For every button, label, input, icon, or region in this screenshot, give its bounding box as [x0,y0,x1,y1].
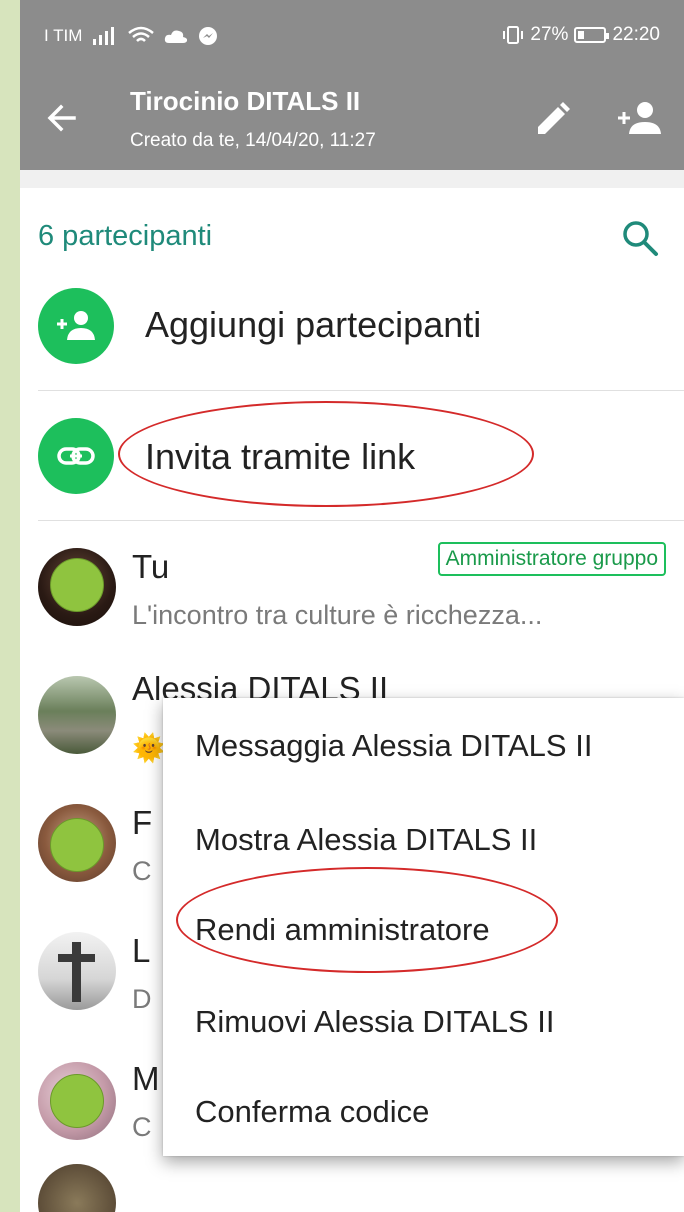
group-title[interactable]: Tirocinio DITALS II [130,86,360,117]
wifi-icon [128,26,155,42]
carrier-label: I TIM [44,26,83,45]
member-status: 🌞 [132,733,166,763]
context-menu: Messaggia Alessia DITALS II Mostra Aless… [163,698,684,1156]
battery-percent: 27% [530,24,569,45]
member-name: Tu [132,548,170,585]
admin-badge: Amministratore gruppo [437,542,666,576]
add-participants-label: Aggiungi partecipanti [145,304,482,345]
cross-image [58,942,95,1002]
link-icon [57,447,95,465]
menu-item-remove[interactable]: Rimuovi Alessia DITALS II [195,1004,554,1040]
avatar [38,932,116,1010]
group-subtitle: Creato da te, 14/04/20, 11:27 [130,130,376,151]
clock: 22:20 [612,24,660,45]
member-status: C [132,856,152,886]
status-left: I TIM [44,26,218,46]
invite-link-avatar [38,418,114,494]
edit-pencil-icon[interactable] [532,100,572,140]
member-name: M [132,1060,160,1097]
phone-screen: I TIM 27% 22:20 Tirocinio DITALS II Crea… [20,0,684,1212]
signal-icon [93,27,115,45]
divider [38,390,684,391]
avatar [38,676,116,754]
cloud-icon [165,30,188,43]
search-icon[interactable] [620,218,660,258]
add-participants-row[interactable]: Aggiungi partecipanti [20,262,684,390]
member-status: C [132,1112,152,1142]
menu-item-make-admin[interactable]: Rendi amministratore [195,912,490,948]
invite-link-row[interactable]: Invita tramite link [20,392,684,520]
participants-count: 6 partecipanti [38,220,213,252]
privacy-dot [50,1074,104,1128]
add-participant-icon[interactable] [616,98,662,138]
add-person-icon [57,311,95,340]
app-bar: Tirocinio DITALS II Creato da te, 14/04/… [20,66,684,170]
menu-item-view[interactable]: Mostra Alessia DITALS II [195,822,537,858]
back-arrow-icon[interactable] [42,98,82,138]
vibrate-icon [503,26,524,44]
member-status: D [132,984,152,1014]
divider [38,520,684,521]
member-status: L'incontro tra culture è ricchezza... [132,600,543,630]
privacy-dot [50,558,104,612]
invite-link-label: Invita tramite link [145,436,416,477]
avatar [38,1164,116,1212]
member-name: F [132,804,153,841]
status-bar: I TIM 27% 22:20 [20,0,684,66]
member-row[interactable]: Tu Amministratore gruppo L'incontro tra … [20,522,684,650]
member-name: L [132,932,151,969]
menu-item-message[interactable]: Messaggia Alessia DITALS II [195,728,592,764]
add-participants-avatar [38,288,114,364]
messenger-icon [199,27,218,45]
header-gap [20,170,684,188]
menu-item-verify-code[interactable]: Conferma codice [195,1094,429,1130]
privacy-dot [50,818,104,872]
battery-icon [574,27,610,43]
status-right: 27% 22:20 [502,24,660,46]
